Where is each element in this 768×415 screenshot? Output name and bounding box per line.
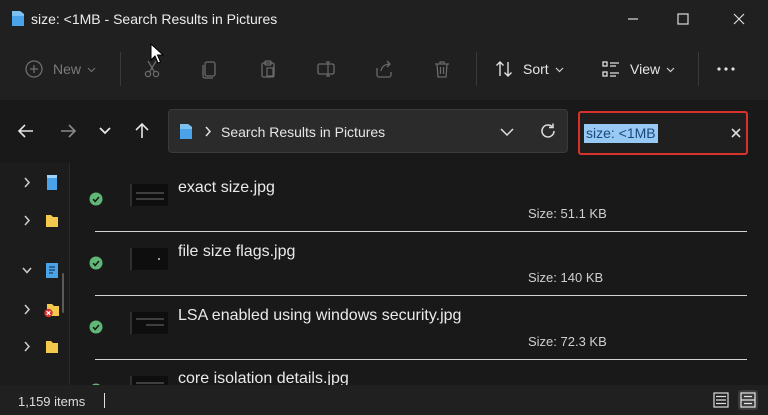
file-list: exact size.jpg Size: 51.1 KB file size f… [70,163,768,385]
maximize-icon [677,13,689,25]
status-separator [104,393,105,408]
rename-button[interactable] [316,54,336,84]
sort-icon [496,61,512,77]
paste-button[interactable] [258,54,278,84]
more-options-button[interactable] [716,54,736,84]
synced-check-icon [89,256,103,270]
search-box[interactable]: size: <1MB [578,111,748,155]
chevron-down-icon[interactable] [22,265,32,276]
plus-circle-icon [25,60,43,78]
file-name[interactable]: LSA enabled using windows security.jpg [178,307,461,325]
details-view-button[interactable] [711,390,731,410]
chevron-down-icon [87,67,96,72]
up-button[interactable] [131,120,153,142]
view-label: View [630,61,661,77]
file-size: Size: 72.3 KB [528,334,607,349]
nav-item[interactable] [0,171,70,195]
minimize-icon [628,18,638,20]
nav-pane-scrollbar[interactable] [62,273,64,313]
list-item[interactable]: file size flags.jpg Size: 140 KB [70,232,768,296]
view-icon [602,61,619,77]
forward-button[interactable] [57,120,79,142]
sort-label: Sort [523,61,549,77]
command-bar: New Sort View [0,38,768,100]
recent-chevron-icon [99,127,111,135]
file-thumbnail [130,312,168,334]
address-bar[interactable]: Search Results in Pictures [168,109,568,153]
refresh-icon[interactable] [539,122,557,140]
toolbar-separator [698,52,699,86]
toolbar-separator [120,52,121,86]
document-icon [46,263,58,278]
share-icon [376,60,392,78]
details-view-icon [713,392,729,408]
file-thumbnail [130,376,168,385]
chevron-right-icon[interactable] [22,341,32,352]
navigation-pane [0,163,70,385]
status-bar: 1,159 items [0,385,768,415]
list-item[interactable]: LSA enabled using windows security.jpg S… [70,296,768,360]
address-row: Search Results in Pictures size: <1MB [0,100,768,163]
yellow-folder-icon [46,341,58,353]
window-title: size: <1MB - Search Results in Pictures [31,11,278,27]
title-bar: size: <1MB - Search Results in Pictures [0,0,768,38]
file-thumbnail [130,184,168,206]
file-name[interactable]: core isolation details.jpg [178,370,349,385]
yellow-folder-icon [46,215,58,227]
chevron-right-icon[interactable] [22,177,32,188]
more-icon [717,67,735,71]
chevron-right-icon [205,126,212,137]
delete-button[interactable] [432,54,452,84]
delete-icon [435,61,449,78]
chevron-down-icon [555,67,564,72]
close-button[interactable] [716,0,762,38]
search-input-selected-text[interactable]: size: <1MB [584,124,658,143]
folder-icon [12,11,24,26]
up-arrow-icon [135,122,149,138]
nav-item[interactable] [0,259,70,283]
toolbar-separator [476,52,477,86]
tiles-view-icon [740,392,756,408]
forward-arrow-icon [61,124,77,138]
breadcrumb[interactable]: Search Results in Pictures [221,124,385,140]
synced-check-icon [89,320,103,334]
list-item[interactable]: exact size.jpg Size: 51.1 KB [70,163,768,232]
blue-folder-icon [47,175,57,190]
back-arrow-icon [17,124,33,138]
paste-icon [261,60,275,78]
new-button[interactable]: New [24,54,96,84]
share-button[interactable] [374,54,394,84]
item-count: 1,159 items [18,394,86,409]
folder-icon [180,124,192,139]
chevron-right-icon[interactable] [22,215,32,226]
synced-check-icon [89,192,103,206]
nav-item[interactable] [0,209,70,233]
chevron-right-icon[interactable] [22,304,32,315]
nav-item[interactable] [0,298,70,322]
chevron-down-icon [666,67,675,72]
file-name[interactable]: exact size.jpg [178,179,275,197]
list-item[interactable]: core isolation details.jpg [70,360,768,385]
sort-button[interactable]: Sort [494,54,564,84]
nav-item[interactable] [0,335,70,359]
copy-button[interactable] [200,54,220,84]
file-thumbnail [130,248,168,270]
file-size: Size: 51.1 KB [528,206,607,221]
folder-error-icon [44,304,59,318]
minimize-button[interactable] [610,0,656,38]
copy-icon [202,61,216,79]
close-icon [733,13,745,25]
chevron-down-icon[interactable] [499,124,515,140]
clear-icon[interactable] [730,127,742,139]
tiles-view-button[interactable] [738,390,758,410]
maximize-button[interactable] [660,0,706,38]
rename-icon [317,61,335,77]
recent-locations-button[interactable] [94,120,116,142]
view-button[interactable]: View [601,54,675,84]
back-button[interactable] [15,120,37,142]
mouse-pointer-icon [150,43,164,64]
new-label: New [53,61,82,77]
file-size: Size: 140 KB [528,270,604,285]
file-name[interactable]: file size flags.jpg [178,243,295,261]
